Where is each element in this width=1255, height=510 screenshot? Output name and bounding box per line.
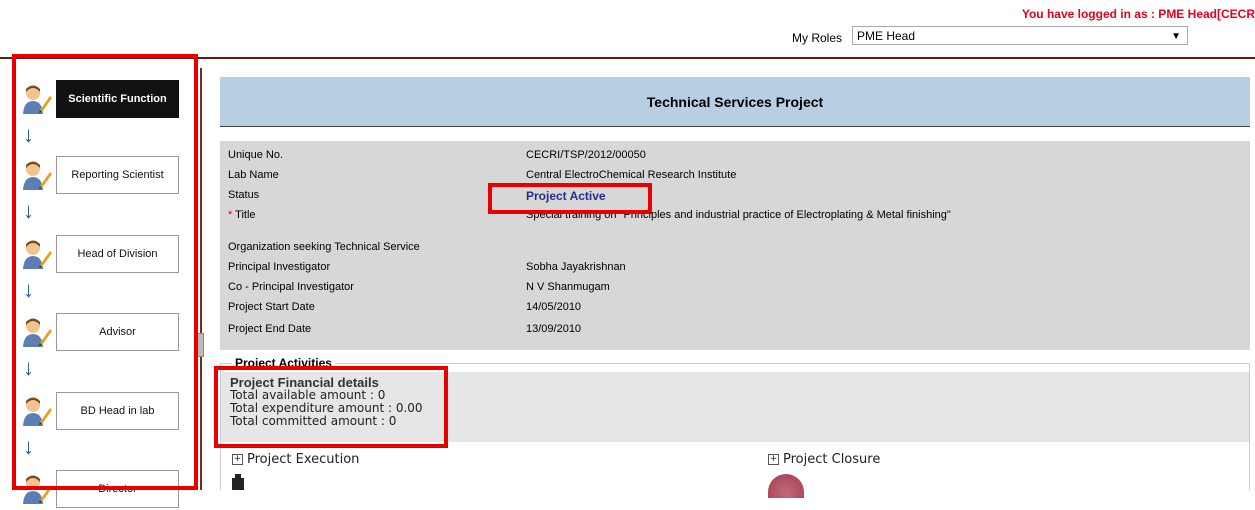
highlight-frame-financial (214, 366, 448, 448)
detail-label-text: Principal Investigator (228, 261, 331, 273)
page-title: Technical Services Project (220, 77, 1250, 127)
roles-select[interactable]: PME Head ▼ (852, 26, 1188, 45)
detail-value: Central ElectroChemical Research Institu… (526, 169, 737, 181)
detail-label: Project Start Date (228, 301, 315, 313)
project-details: Unique No. CECRI/TSP/2012/00050 Lab Name Ce… (220, 141, 1250, 350)
expand-plus-icon[interactable]: + (768, 454, 779, 465)
detail-value: 14/05/2010 (526, 301, 582, 313)
detail-label-text: Project End Date (228, 323, 312, 335)
project-closure-expander[interactable]: + Project Closure (768, 452, 880, 467)
sidebar-divider (200, 68, 202, 490)
highlight-frame-status (488, 183, 652, 214)
detail-label-text: Unique No. (228, 149, 284, 161)
my-roles-label: My Roles (792, 31, 843, 45)
logged-in-text: You have logged in as : PME Head[CECR (1021, 7, 1255, 21)
detail-label: Status (228, 189, 259, 201)
dropdown-arrow-icon[interactable]: ▼ (1171, 30, 1181, 44)
detail-label-text: Project Start Date (228, 301, 315, 313)
detail-value: Sobha Jayakrishnan (526, 261, 626, 273)
expand-plus-icon[interactable]: + (232, 454, 243, 465)
detail-label: Lab Name (228, 169, 279, 181)
detail-label: Unique No. (228, 149, 283, 161)
detail-label: Principal Investigator (228, 261, 330, 273)
detail-value: N V Shanmugam (526, 281, 610, 293)
detail-label-text: Lab Name (228, 169, 279, 181)
detail-label-text: Status (228, 189, 260, 201)
roles-selected-value: PME Head (857, 29, 916, 43)
detail-label: Organization seeking Technical Service (228, 241, 420, 253)
required-mark: * (228, 209, 233, 221)
detail-label: Project End Date (228, 323, 311, 335)
detail-label-text: Co - Principal Investigator (228, 281, 354, 293)
highlight-frame-workflow (12, 54, 198, 490)
project-execution-label: Project Execution (247, 452, 360, 467)
project-execution-expander[interactable]: + Project Execution (232, 452, 359, 467)
project-closure-label: Project Closure (783, 452, 881, 467)
top-header: You have logged in as : PME Head[CECR My… (0, 0, 1255, 57)
detail-value: CECRI/TSP/2012/00050 (526, 149, 646, 161)
execution-icon[interactable] (230, 474, 246, 490)
detail-label-text: Title (235, 209, 256, 221)
detail-label-text: Organization seeking Technical Service (228, 241, 420, 253)
detail-label: * Title (228, 209, 256, 221)
detail-label: Co - Principal Investigator (228, 281, 354, 293)
detail-value: 13/09/2010 (526, 323, 582, 335)
